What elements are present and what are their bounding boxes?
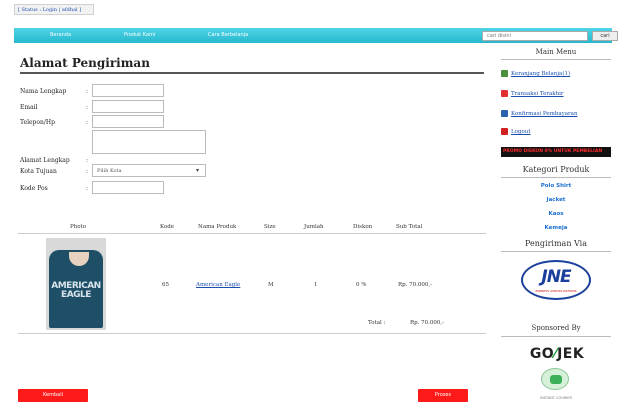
menu-konfirmasi-label: Konfirmasi Pembayaran <box>511 111 578 117</box>
nav-cara-berbelanja[interactable]: Cara Berbelanja <box>208 32 248 38</box>
kota-select-value: Pilih Kota <box>97 168 122 174</box>
total-value: Rp. 70.000,- <box>410 320 445 326</box>
category-kaos[interactable]: Kaos <box>497 211 615 217</box>
search-button[interactable]: cari <box>592 31 618 41</box>
search-input[interactable]: cari disini <box>482 31 588 41</box>
kota-tujuan-select[interactable]: Pilih Kota ▾ <box>92 164 206 177</box>
header-sub-total: Sub Total <box>396 224 423 230</box>
table-header: Photo Kode Nama Produk Size Jumlah Disko… <box>18 222 486 234</box>
shirt-image: AMERICAN EAGLE <box>49 250 103 328</box>
logout-icon <box>501 128 508 135</box>
header-diskon: Diskon <box>353 224 373 230</box>
menu-transaksi-label: Transaksi Terakhir <box>511 91 564 97</box>
chevron-down-icon: ▾ <box>195 167 199 174</box>
nav-beranda[interactable]: Beranda <box>50 32 71 38</box>
cart-icon <box>501 70 508 77</box>
cell-size: M <box>268 282 274 288</box>
colon: : <box>86 88 89 95</box>
jne-logo: JNE EXPRESS ACROSS NATIONS <box>521 260 591 300</box>
promo-banner[interactable]: PROMO DISKON 0% UNTUK PEMBELIAN <box>501 147 611 157</box>
menu-keranjang-label: Keranjang Belanja(1) <box>511 71 571 77</box>
divider <box>501 59 611 60</box>
nav-produk-kami[interactable]: Produk Kami <box>124 32 155 38</box>
colon: : <box>86 104 89 111</box>
menu-transaksi[interactable]: Transaksi Terakhir <box>501 90 564 97</box>
divider <box>501 251 611 252</box>
category-kemeja[interactable]: Kemeja <box>497 225 615 231</box>
gojek-logo: GO⁄JEK <box>505 346 609 362</box>
gojek-logo-right: JEK <box>557 346 585 362</box>
product-photo: AMERICAN EAGLE <box>46 238 106 330</box>
model-neck <box>69 252 89 266</box>
proses-button[interactable]: Proses <box>418 389 468 402</box>
divider <box>501 177 611 178</box>
label-telepon: Telepon/Hp <box>20 119 55 126</box>
category-title: Kategori Produk <box>522 165 590 174</box>
jne-tagline: EXPRESS ACROSS NATIONS <box>535 289 577 293</box>
kembali-button[interactable]: Kembali <box>18 389 88 402</box>
label-kode-pos: Kode Pos <box>20 185 48 192</box>
navigation-bar: Beranda Produk Kami Cara Berbelanja cari… <box>14 28 618 43</box>
label-nama-lengkap: Nama Lengkap <box>20 88 67 95</box>
menu-keranjang[interactable]: Keranjang Belanja(1) <box>501 70 570 77</box>
main-menu-title: Main Menu <box>535 48 577 56</box>
alamat-lengkap-field[interactable] <box>92 130 206 154</box>
cell-diskon: 0 % <box>356 282 367 288</box>
cell-kode: 65 <box>162 282 169 288</box>
category-polo-shirt[interactable]: Polo Shirt <box>497 183 615 189</box>
top-bar: [ Status : Login | afdhal ] <box>0 0 619 24</box>
table-row: AMERICAN EAGLE 65 American Eagle M 1 0 %… <box>18 234 486 334</box>
email-field[interactable] <box>92 100 164 113</box>
gojek-tagline: INSTANT COURIER <box>540 396 572 400</box>
telepon-field[interactable] <box>92 115 164 128</box>
product-name-link[interactable]: American Eagle <box>196 282 240 288</box>
colon: : <box>86 168 89 175</box>
divider <box>501 336 611 337</box>
total-label: Total : <box>368 320 386 326</box>
colon: : <box>86 185 89 192</box>
page-title: Alamat Pengiriman <box>20 56 150 70</box>
kode-pos-field[interactable] <box>92 181 164 194</box>
nama-lengkap-field[interactable] <box>92 84 164 97</box>
colon: : <box>86 157 89 164</box>
title-divider <box>20 72 484 74</box>
gojek-logo-left: GO <box>529 346 555 362</box>
sponsor-title: Sponsored By <box>531 324 581 332</box>
colon: : <box>86 119 89 126</box>
cell-jumlah: 1 <box>314 282 318 288</box>
payment-icon <box>501 110 508 117</box>
cell-sub-total: Rp. 70.000,- <box>398 282 433 288</box>
header-kode: Kode <box>160 224 175 230</box>
label-alamat-lengkap: Alamat Lengkap <box>20 157 70 164</box>
header-nama-produk: Nama Produk <box>198 224 237 230</box>
gojek-badge-inner <box>550 375 562 384</box>
gojek-courier-icon <box>541 368 569 390</box>
main-content: Alamat Pengiriman Nama Lengkap : Email :… <box>14 46 490 409</box>
category-jacket[interactable]: Jacket <box>497 197 615 203</box>
label-kota-tujuan: Kota Tujuan <box>20 168 57 175</box>
header-photo: Photo <box>70 224 87 230</box>
shipping-title: Pengiriman Via <box>525 239 587 248</box>
shirt-print: AMERICAN EAGLE <box>51 281 101 300</box>
transaction-icon <box>501 90 508 97</box>
header-jumlah: Jumlah <box>304 224 324 230</box>
menu-logout[interactable]: Logout <box>501 128 531 135</box>
label-email: Email <box>20 104 38 111</box>
menu-konfirmasi[interactable]: Konfirmasi Pembayaran <box>501 110 578 117</box>
login-status: [ Status : Login | afdhal ] <box>14 4 94 15</box>
sidebar: Main Menu Keranjang Belanja(1) Transaksi… <box>497 46 615 409</box>
header-size: Size <box>264 224 276 230</box>
menu-logout-label: Logout <box>511 129 531 135</box>
jne-logo-text: JNE <box>541 267 571 287</box>
